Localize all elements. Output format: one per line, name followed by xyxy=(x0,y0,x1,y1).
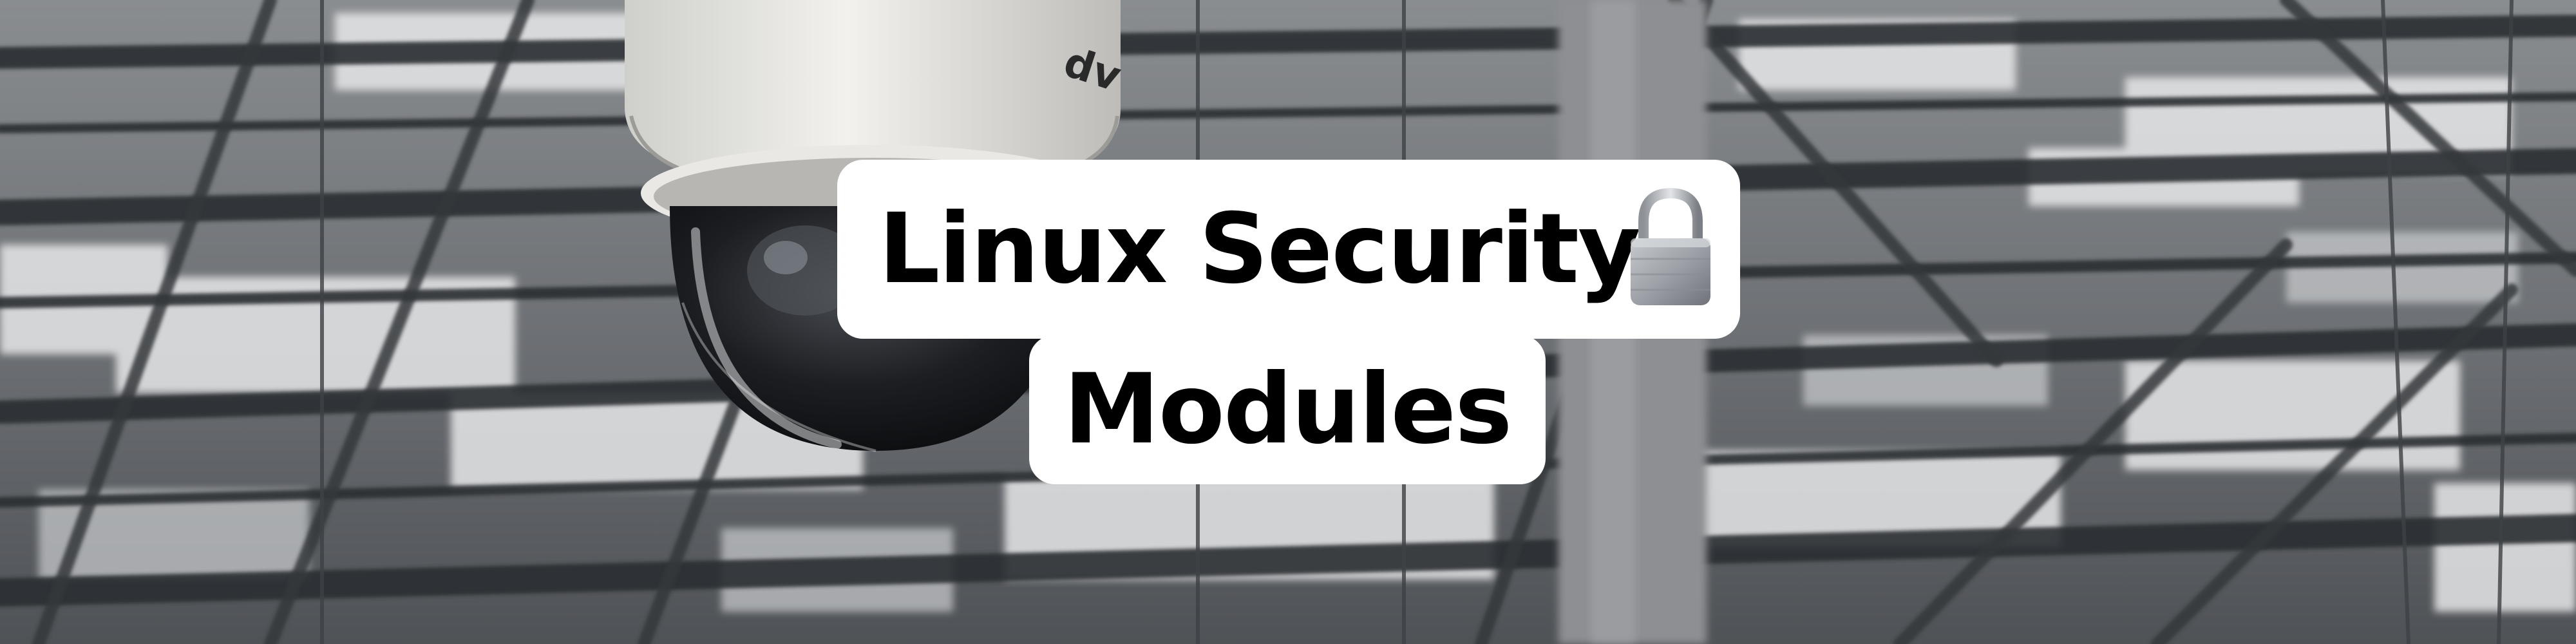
title-text-line-1: Linux Security xyxy=(878,193,1641,305)
padlock-icon xyxy=(1631,187,1710,305)
banner-image: dv Linux Security Modules xyxy=(0,0,2576,644)
title-label-line-2: Modules xyxy=(1029,335,1546,484)
title-text-line-2: Modules xyxy=(1063,354,1513,466)
title-label-line-1: Linux Security xyxy=(837,160,1740,339)
